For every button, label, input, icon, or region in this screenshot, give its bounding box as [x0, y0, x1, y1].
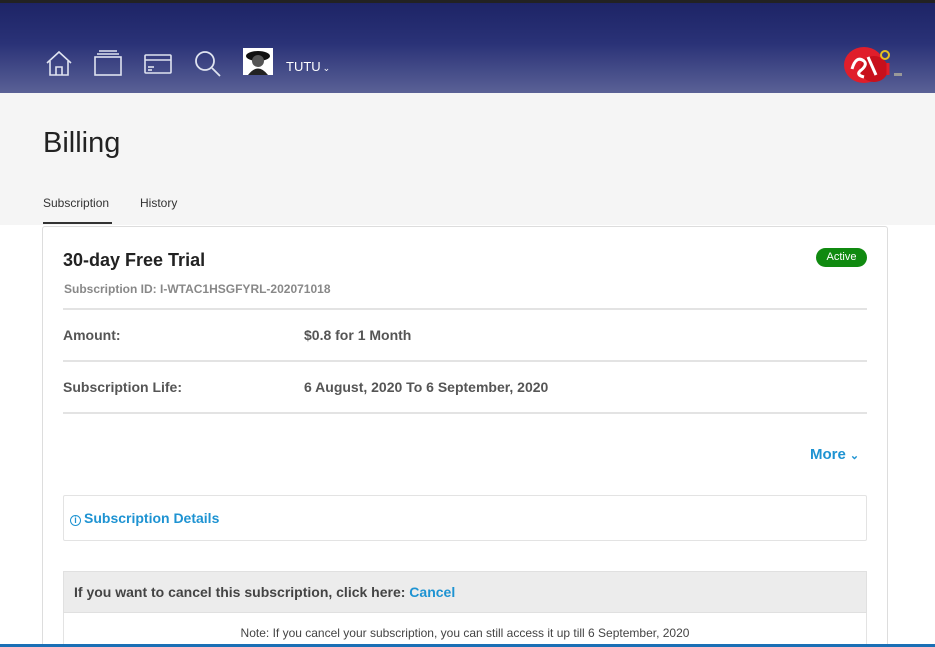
top-navbar: TUTU ⌄	[0, 3, 935, 93]
plan-name: 30-day Free Trial	[63, 250, 206, 270]
subscription-id: Subscription ID: I-WTAC1HSGFYRL-20207101…	[64, 282, 331, 296]
user-menu[interactable]: TUTU ⌄	[286, 59, 330, 74]
more-button[interactable]: More ⌄	[810, 446, 859, 463]
divider	[63, 360, 867, 362]
cancel-prompt-text: If you want to cancel this subscription,…	[74, 584, 406, 600]
chevron-down-icon: ⌄	[849, 450, 860, 462]
search-icon[interactable]	[193, 49, 223, 77]
avatar[interactable]	[243, 48, 273, 75]
divider	[63, 412, 867, 414]
tab-history[interactable]: History	[140, 196, 177, 210]
divider	[63, 308, 867, 310]
status-badge: Active	[816, 248, 867, 267]
home-icon[interactable]	[44, 49, 74, 77]
cancel-link[interactable]: Cancel	[409, 584, 455, 600]
more-label: More	[810, 446, 846, 463]
subscription-details-link[interactable]: i Subscription Details	[70, 510, 219, 526]
cancel-note: Note: If you cancel your subscription, y…	[240, 626, 690, 640]
info-icon: i	[70, 515, 81, 526]
cards-icon[interactable]	[93, 49, 123, 77]
chevron-down-icon: ⌄	[322, 63, 331, 73]
amount-value: $0.8 for 1 Month	[304, 327, 412, 343]
subscription-details-label: Subscription Details	[84, 510, 220, 526]
cancel-prompt: If you want to cancel this subscription,…	[74, 584, 455, 600]
amount-label: Amount:	[63, 327, 121, 343]
brand-logo[interactable]	[838, 43, 906, 87]
subscription-life-value: 6 August, 2020 To 6 September, 2020	[304, 379, 549, 395]
subscription-life-label: Subscription Life:	[63, 379, 182, 395]
page-title: Billing	[43, 127, 121, 159]
tab-subscription[interactable]: Subscription	[43, 196, 109, 210]
username-label: TUTU	[286, 59, 321, 74]
active-tab-indicator	[43, 222, 112, 224]
credit-card-icon[interactable]	[143, 49, 173, 77]
